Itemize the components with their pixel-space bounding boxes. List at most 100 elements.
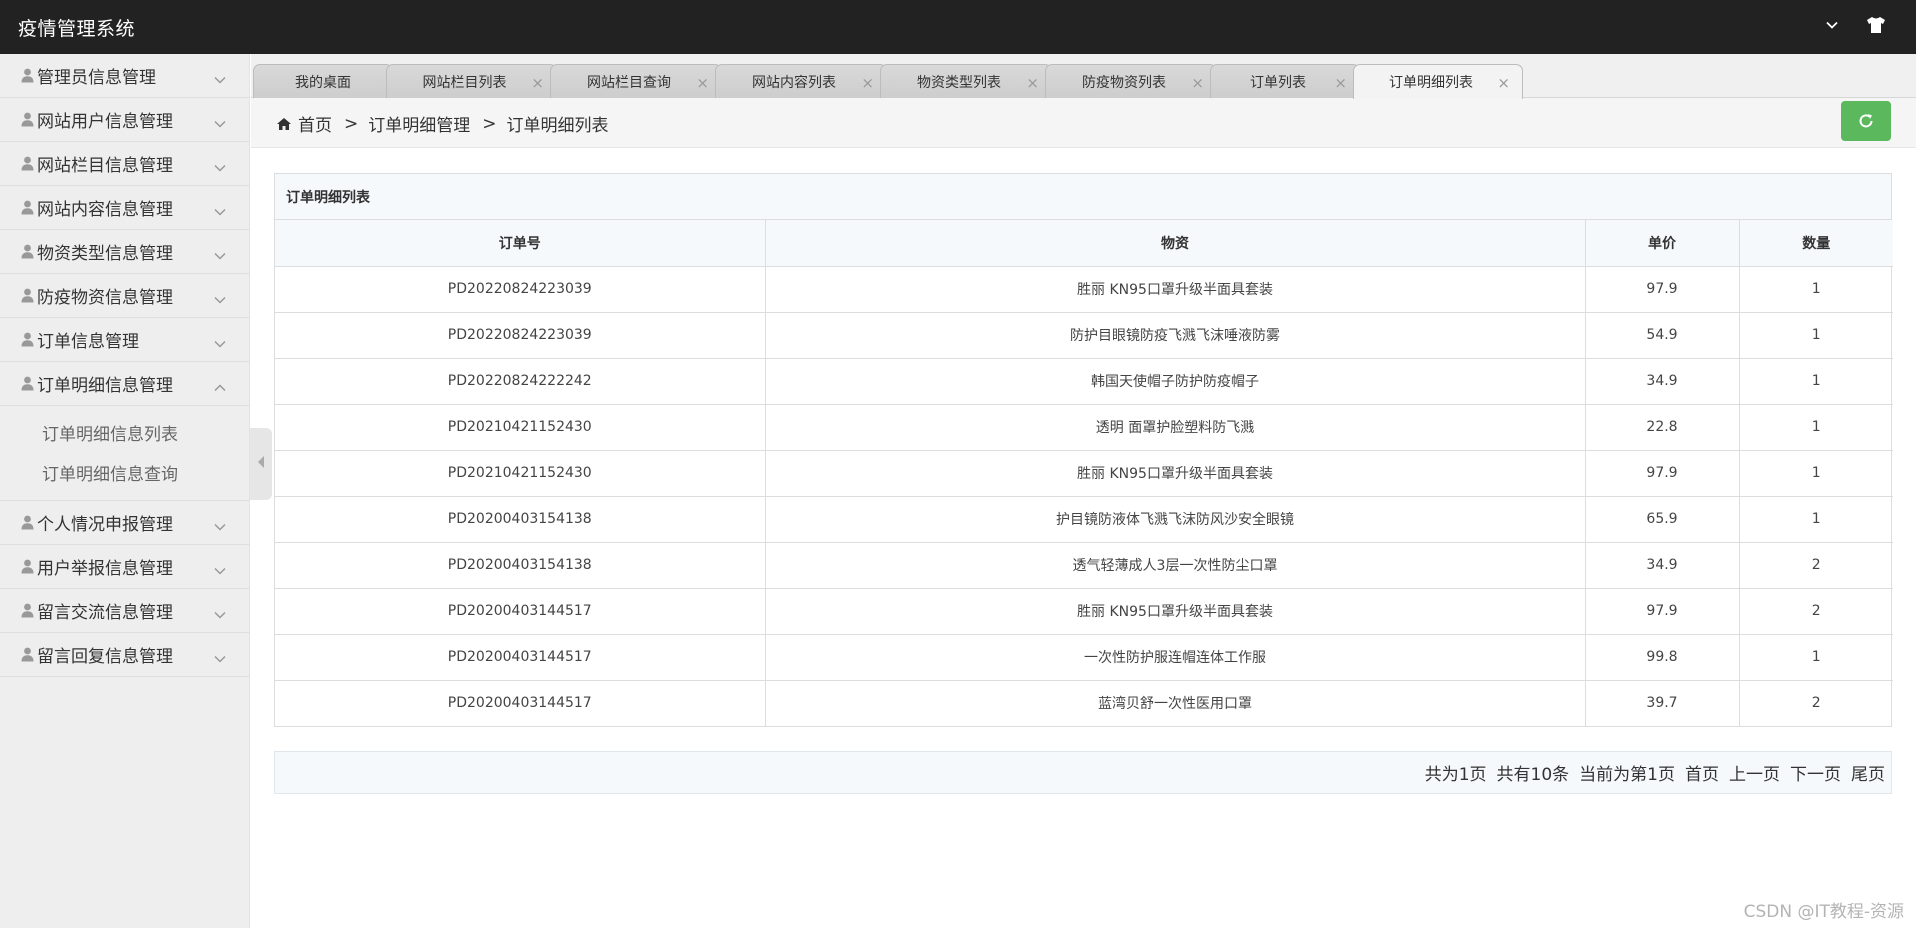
user-icon <box>19 288 35 304</box>
sidebar-item-3[interactable]: 网站栏目信息管理 <box>0 142 249 186</box>
chevron-down-icon <box>213 649 227 668</box>
breadcrumb-separator: > <box>482 113 497 134</box>
breadcrumb-home-link[interactable]: 首页 <box>298 111 332 136</box>
tab-1[interactable]: 我的桌面 <box>253 64 393 98</box>
cell-unit-price: 54.9 <box>1585 312 1740 359</box>
sidebar-item-2[interactable]: 网站用户信息管理 <box>0 98 249 142</box>
refresh-icon <box>1857 112 1875 130</box>
cell-quantity: 1 <box>1739 404 1893 451</box>
cell-unit-price: 39.7 <box>1585 680 1740 726</box>
user-icon <box>19 112 35 128</box>
tab-label: 物资类型列表 <box>917 74 1001 91</box>
tab-8[interactable]: 订单明细列表 × <box>1353 64 1523 99</box>
breadcrumb-separator: > <box>344 113 359 134</box>
cell-unit-price: 34.9 <box>1585 358 1740 405</box>
close-icon[interactable]: × <box>861 74 874 92</box>
cell-unit-price: 65.9 <box>1585 496 1740 543</box>
close-icon[interactable]: × <box>1497 74 1510 92</box>
table-row: PD20210421152430 透明 面罩护脸塑料防飞溅 22.8 1 <box>275 404 1893 451</box>
pager-total-pages: 共为1页 <box>1424 765 1487 785</box>
refresh-button[interactable] <box>1841 101 1891 141</box>
close-icon[interactable]: × <box>696 74 709 92</box>
pager-last-link[interactable]: 尾页 <box>1851 760 1885 785</box>
sidebar-item-5[interactable]: 物资类型信息管理 <box>0 230 249 274</box>
tab-4[interactable]: 网站内容列表 × <box>715 64 887 98</box>
cell-item: 胜丽 KN95口罩升级半面具套装 <box>765 588 1586 635</box>
tab-label: 订单明细列表 <box>1389 75 1473 91</box>
sidebar-item-8[interactable]: 订单明细信息管理 <box>0 362 249 406</box>
chevron-down-icon <box>213 334 227 353</box>
table-row: PD20200403154138 透气轻薄成人3层一次性防尘口罩 34.9 2 <box>275 542 1893 589</box>
sidebar-item-6[interactable]: 防疫物资信息管理 <box>0 274 249 318</box>
pager-first-link[interactable]: 首页 <box>1685 760 1719 785</box>
table-row: PD20220824222242 韩国天使帽子防护防疫帽子 34.9 1 <box>275 358 1893 405</box>
skin-shirt-icon[interactable] <box>1866 16 1886 34</box>
sidebar-item-9[interactable]: 个人情况申报管理 <box>0 501 249 545</box>
user-icon <box>19 332 35 348</box>
close-icon[interactable]: × <box>1191 74 1204 92</box>
chevron-down-icon <box>213 158 227 177</box>
close-icon[interactable]: × <box>1026 74 1039 92</box>
sidebar-subitem-2[interactable]: 订单明细信息查询 <box>0 452 249 492</box>
cell-quantity: 1 <box>1739 496 1893 543</box>
sidebar-item-label: 订单明细信息管理 <box>37 376 173 396</box>
sidebar: 管理员信息管理网站用户信息管理网站栏目信息管理网站内容信息管理 物资类型信息管理防… <box>0 54 250 928</box>
cell-item: 护目镜防液体飞溅飞沫防风沙安全眼镜 <box>765 496 1586 543</box>
cell-order-no: PD20200403144517 <box>275 680 766 726</box>
pager-next-link[interactable]: 下一页 <box>1790 760 1841 785</box>
sidebar-item-7[interactable]: 订单信息管理 <box>0 318 249 362</box>
tab-2[interactable]: 网站栏目列表 × <box>386 64 557 98</box>
sidebar-item-12[interactable]: 留言回复信息管理 <box>0 633 249 677</box>
tab-3[interactable]: 网站栏目查询 × <box>550 64 722 98</box>
cell-unit-price: 97.9 <box>1585 266 1740 313</box>
cell-unit-price: 97.9 <box>1585 588 1740 635</box>
cell-item: 防护目眼镜防疫飞溅飞沫唾液防雾 <box>765 312 1586 359</box>
user-icon <box>19 559 35 575</box>
pager-total-items: 共有10条 <box>1496 765 1570 785</box>
user-icon <box>19 376 35 392</box>
home-icon <box>276 117 292 131</box>
chevron-down-icon[interactable] <box>1824 17 1840 33</box>
sidebar-item-label: 网站内容信息管理 <box>37 200 173 220</box>
sidebar-item-11[interactable]: 留言交流信息管理 <box>0 589 249 633</box>
tab-6[interactable]: 防疫物资列表 × <box>1045 64 1217 98</box>
table-row: PD20200403144517 胜丽 KN95口罩升级半面具套装 97.9 2 <box>275 588 1893 635</box>
sidebar-item-1[interactable]: 管理员信息管理 <box>0 54 249 98</box>
cell-unit-price: 22.8 <box>1585 404 1740 451</box>
sidebar-item-label: 物资类型信息管理 <box>37 244 173 264</box>
column-header-quantity: 数量 <box>1739 220 1893 267</box>
table-row: PD20200403154138 护目镜防液体飞溅飞沫防风沙安全眼镜 65.9 1 <box>275 496 1893 543</box>
chevron-down-icon <box>213 517 227 536</box>
close-icon[interactable]: × <box>531 74 544 92</box>
cell-item: 蓝湾贝舒一次性医用口罩 <box>765 680 1586 726</box>
sidebar-subitem-1[interactable]: 订单明细信息列表 <box>0 412 249 452</box>
app-title: 疫情管理系统 <box>18 18 136 40</box>
cell-order-no: PD20200403144517 <box>275 634 766 681</box>
sidebar-item-4[interactable]: 网站内容信息管理 <box>0 186 249 230</box>
sidebar-item-10[interactable]: 用户举报信息管理 <box>0 545 249 589</box>
cell-order-no: PD20220824223039 <box>275 266 766 313</box>
breadcrumb-level1[interactable]: 订单明细管理 <box>368 111 470 136</box>
pager-current-page: 当前为第1页 <box>1579 765 1675 785</box>
watermark: CSDN @IT教程-资源 <box>1743 902 1904 922</box>
sidebar-item-label: 网站用户信息管理 <box>37 112 173 132</box>
chevron-down-icon <box>213 202 227 221</box>
pagination-bar: 共为1页 共有10条 当前为第1页 首页 上一页 下一页 尾页 <box>274 751 1892 794</box>
close-icon[interactable]: × <box>1334 74 1347 92</box>
tab-5[interactable]: 物资类型列表 × <box>880 64 1052 98</box>
cell-item: 透明 面罩护脸塑料防飞溅 <box>765 404 1586 451</box>
tab-7[interactable]: 订单列表 × <box>1210 64 1360 98</box>
tab-bar: 我的桌面 网站栏目列表 × 网站栏目查询 × 网站内容列表 × 物资类型列表 × 防疫物资列表 × 订… <box>251 54 1916 99</box>
tab-label: 网站栏目列表 <box>422 74 507 91</box>
chevron-down-icon <box>213 290 227 309</box>
chevron-up-icon <box>213 378 227 397</box>
sidebar-collapse-handle[interactable] <box>250 428 272 500</box>
cell-item: 透气轻薄成人3层一次性防尘口罩 <box>765 542 1586 589</box>
panel-title: 订单明细列表 <box>275 174 1891 220</box>
pager-prev-link[interactable]: 上一页 <box>1729 760 1780 785</box>
sidebar-item-label: 留言回复信息管理 <box>37 647 173 667</box>
sidebar-item-label: 防疫物资信息管理 <box>37 288 173 308</box>
user-icon <box>19 156 35 172</box>
user-icon <box>19 515 35 531</box>
chevron-down-icon <box>213 561 227 580</box>
